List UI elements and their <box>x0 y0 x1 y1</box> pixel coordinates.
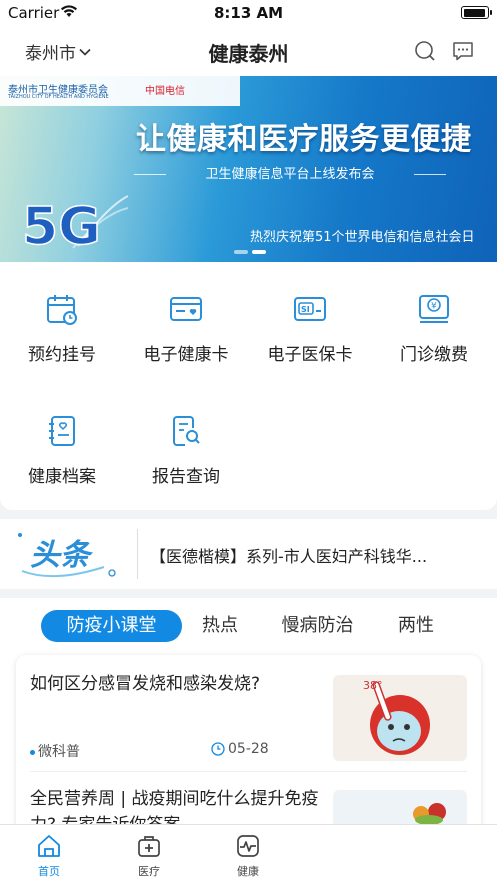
home-icon <box>38 835 60 857</box>
services-grid: 预约挂号 电子健康卡 SI 电子医保卡 ¥ 门诊缴费 健康档案 报告查询 <box>0 262 497 510</box>
service-appointment[interactable]: 预约挂号 <box>0 292 124 365</box>
tabbar-home[interactable]: 首页 <box>19 833 79 879</box>
tabbar-label: 医疗 <box>138 865 160 878</box>
health-commission-logo-sub: TAIZHOU CITY OF HEALTH AND HYGIENE <box>8 94 109 100</box>
5g-text: 5G <box>22 197 101 256</box>
tabbar-label: 首页 <box>38 865 60 878</box>
article-thumbnail <box>333 790 467 824</box>
banner-carousel[interactable]: 泰州市卫生健康委员会 TAIZHOU CITY OF HEALTH AND HY… <box>0 76 497 262</box>
category-tabs: 防疫小课堂 热点 慢病防治 两性 <box>0 608 497 644</box>
tab-chronic[interactable]: 慢病防治 <box>270 610 365 642</box>
city-selector[interactable]: 泰州市 <box>25 39 92 64</box>
service-report-query[interactable]: 报告查询 <box>124 414 248 487</box>
service-payment[interactable]: ¥ 门诊缴费 <box>372 292 496 365</box>
service-health-record[interactable]: 健康档案 <box>0 414 124 487</box>
nav-bar: 泰州市 健康泰州 <box>0 28 497 76</box>
article-title: 如何区分感冒发烧和感染发烧? <box>30 674 261 694</box>
article-item[interactable]: 全民营养周 | 战疫期间吃什么提升免疫力? 专家告诉你答案 <box>16 772 481 824</box>
tabbar-label: 健康 <box>237 865 259 878</box>
ticker-divider <box>137 529 138 579</box>
chevron-down-icon <box>79 48 91 56</box>
5g-art-icon: 5G <box>21 195 128 256</box>
svg-text:SI: SI <box>301 305 310 314</box>
message-icon[interactable] <box>451 39 475 63</box>
service-insurance-card[interactable]: SI 电子医保卡 <box>248 292 372 365</box>
banner-pagination <box>234 250 274 254</box>
article-date: 05-28 <box>211 741 269 757</box>
insurance-card-icon: SI <box>294 297 326 321</box>
article-source: 微科普 <box>30 741 80 761</box>
payment-icon: ¥ <box>419 295 449 323</box>
clock-time: 8:13 AM <box>213 4 284 22</box>
article-card: 如何区分感冒发烧和感染发烧? 微科普 05-28 38° 全民营养周 | 战疫期… <box>16 655 481 824</box>
service-label: 电子健康卡 <box>143 345 229 365</box>
battery-icon <box>461 6 492 19</box>
tab-hot[interactable]: 热点 <box>190 610 250 642</box>
service-health-card[interactable]: 电子健康卡 <box>124 292 248 365</box>
article-title: 全民营养周 | 战疫期间吃什么提升免疫力? 专家告诉你答案 <box>30 789 319 824</box>
service-label: 健康档案 <box>28 467 96 487</box>
article-date-label: 05-28 <box>228 741 269 757</box>
banner-dot-active <box>252 250 266 254</box>
health-card-icon <box>170 297 202 321</box>
service-label: 电子医保卡 <box>267 345 353 365</box>
china-telecom-logo: 中国电信 <box>145 86 185 97</box>
service-label: 报告查询 <box>152 467 220 487</box>
tabbar-medical[interactable]: 医疗 <box>119 833 179 879</box>
medical-kit-icon <box>138 836 160 857</box>
health-record-icon <box>49 416 75 446</box>
banner-logo-strip: 泰州市卫生健康委员会 TAIZHOU CITY OF HEALTH AND HY… <box>0 76 240 106</box>
bottom-tab-bar: 首页 医疗 健康 <box>0 824 497 883</box>
article-item[interactable]: 如何区分感冒发烧和感染发烧? 微科普 05-28 38° <box>16 655 481 771</box>
tab-epidemic-class[interactable]: 防疫小课堂 <box>41 610 182 642</box>
service-label: 门诊缴费 <box>400 345 468 365</box>
banner-footer: 热烈庆祝第51个世界电信和信息社会日 <box>250 230 475 245</box>
banner-dot <box>234 250 248 254</box>
pulse-icon <box>237 835 259 857</box>
ticker-headline[interactable]: 【医德楷模】系列-市人医妇产科钱华... <box>150 543 480 567</box>
content-panel: 防疫小课堂 热点 慢病防治 两性 如何区分感冒发烧和感染发烧? 微科普 05-2… <box>0 598 497 824</box>
headline-ticker[interactable]: 头条 【医德楷模】系列-市人医妇产科钱华... <box>0 519 497 589</box>
clock-icon <box>211 742 225 756</box>
city-label: 泰州市 <box>25 44 76 64</box>
headline-logo-text: 头条 <box>30 538 94 573</box>
svg-text:¥: ¥ <box>431 302 437 312</box>
search-icon[interactable] <box>413 39 437 63</box>
article-thumbnail: 38° <box>333 675 467 761</box>
status-bar: Carrier 8:13 AM <box>0 0 497 28</box>
calendar-icon <box>47 295 77 325</box>
report-search-icon <box>173 416 200 446</box>
article-source-label: 微科普 <box>38 744 80 760</box>
headline-logo-icon: 头条 <box>18 533 116 578</box>
tab-gender[interactable]: 两性 <box>386 610 446 642</box>
banner-headline: 让健康和医疗服务更便捷 <box>136 122 472 157</box>
tabbar-health[interactable]: 健康 <box>218 833 278 879</box>
source-dot <box>30 749 35 755</box>
banner-subtitle: 卫生健康信息平台上线发布会 <box>134 164 446 186</box>
service-label: 预约挂号 <box>28 345 96 365</box>
thumbnail-temp-label: 38° <box>363 679 383 692</box>
